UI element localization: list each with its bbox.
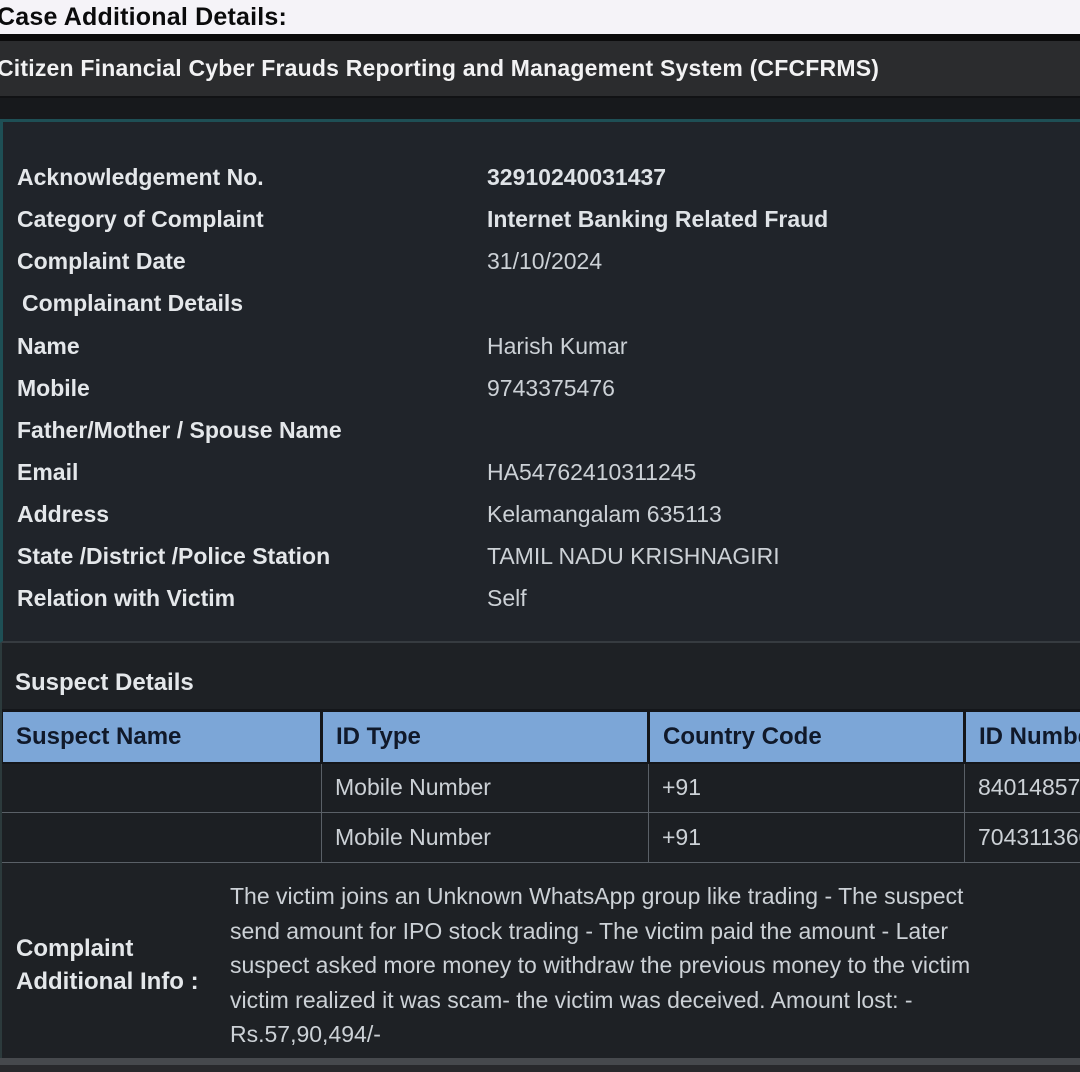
case-details-panel: Acknowledgement No. 32910240031437 Categ… (0, 119, 1080, 643)
column-header-suspect-name: Suspect Name (2, 711, 322, 763)
field-label: Relation with Victim (17, 585, 487, 612)
left-border-line (0, 643, 2, 1072)
cell-id-number: 8401485744 (965, 763, 1080, 813)
field-row-acknowledgement-no: Acknowledgement No. 32910240031437 (17, 164, 1080, 191)
page-title: Case Additional Details: (0, 3, 287, 32)
suspect-and-complaint-section: Suspect Details Suspect Name ID Type Cou… (0, 643, 1080, 1072)
table-header-row: Suspect Name ID Type Country Code ID Num… (2, 711, 1080, 763)
page-title-bar: Case Additional Details: (0, 0, 1080, 34)
field-label: Acknowledgement No. (17, 164, 487, 191)
field-label: Mobile (17, 375, 487, 402)
field-row-father-mother-spouse-name: Father/Mother / Spouse Name (17, 417, 1080, 444)
complaint-text-line: The victim joins an Unknown WhatsApp gro… (230, 879, 1080, 914)
table-row: Mobile Number +91 704311360 (2, 813, 1080, 863)
bottom-divider-bar (0, 1058, 1080, 1065)
cell-id-type: Mobile Number (322, 813, 649, 863)
field-label: Email (17, 459, 487, 486)
cell-id-type: Mobile Number (322, 763, 649, 813)
field-value: Kelamangalam 635113 (487, 501, 722, 528)
suspect-table: Suspect Name ID Type Country Code ID Num… (0, 709, 1080, 863)
column-header-country-code: Country Code (649, 711, 965, 763)
complaint-additional-info-label: Complaint Additional Info : (0, 932, 230, 998)
section-heading-complainant-details: Complainant Details (17, 290, 1080, 317)
field-value: 31/10/2024 (487, 248, 602, 275)
field-value: Self (487, 585, 527, 612)
field-label: Name (17, 333, 487, 360)
field-label: Complaint Date (17, 248, 487, 275)
complaint-text-line: Rs.57,90,494/- (230, 1017, 1080, 1052)
field-value: Internet Banking Related Fraud (487, 206, 828, 233)
cell-country-code: +91 (649, 813, 965, 863)
field-value: 32910240031437 (487, 164, 666, 191)
field-value: Harish Kumar (487, 333, 628, 360)
table-row: Mobile Number +91 8401485744 (2, 763, 1080, 813)
complaint-text-line: suspect asked more money to withdraw the… (230, 948, 1080, 983)
field-row-category-of-complaint: Category of Complaint Internet Banking R… (17, 206, 1080, 233)
column-header-id-type: ID Type (322, 711, 649, 763)
cell-suspect-name (2, 763, 322, 813)
cell-country-code: +91 (649, 763, 965, 813)
complaint-text-line: send amount for IPO stock trading - The … (230, 914, 1080, 949)
complaint-label-line2: Additional Info : (16, 965, 230, 998)
system-header-title: Citizen Financial Cyber Frauds Reporting… (0, 55, 879, 82)
field-row-name: Name Harish Kumar (17, 333, 1080, 360)
bottom-edge-strip (0, 1065, 1080, 1072)
column-header-id-number: ID Number (965, 711, 1080, 763)
field-row-relation-with-victim: Relation with Victim Self (17, 585, 1080, 612)
top-divider (0, 34, 1080, 41)
complaint-additional-info-block: Complaint Additional Info : The victim j… (0, 879, 1080, 1052)
field-row-state-district-police-station: State /District /Police Station TAMIL NA… (17, 543, 1080, 570)
field-value: HA54762410311245 (487, 459, 696, 486)
field-row-address: Address Kelamangalam 635113 (17, 501, 1080, 528)
field-label: State /District /Police Station (17, 543, 487, 570)
complaint-additional-info-text: The victim joins an Unknown WhatsApp gro… (230, 879, 1080, 1052)
cell-suspect-name (2, 813, 322, 863)
field-row-mobile: Mobile 9743375476 (17, 375, 1080, 402)
system-header-bar: Citizen Financial Cyber Frauds Reporting… (0, 41, 1080, 98)
section-heading-suspect-details: Suspect Details (0, 671, 1080, 695)
field-value: 9743375476 (487, 375, 615, 402)
complaint-label-line1: Complaint (16, 932, 230, 965)
suspect-table-wrapper: Suspect Name ID Type Country Code ID Num… (0, 709, 1080, 863)
field-row-email: Email HA54762410311245 (17, 459, 1080, 486)
field-value: TAMIL NADU KRISHNAGIRI (487, 543, 780, 570)
field-label: Category of Complaint (17, 206, 487, 233)
field-label: Father/Mother / Spouse Name (17, 417, 487, 444)
cell-id-number: 704311360 (965, 813, 1080, 863)
field-label: Address (17, 501, 487, 528)
field-row-complaint-date: Complaint Date 31/10/2024 (17, 248, 1080, 275)
complaint-text-line: victim realized it was scam- the victim … (230, 983, 1080, 1018)
